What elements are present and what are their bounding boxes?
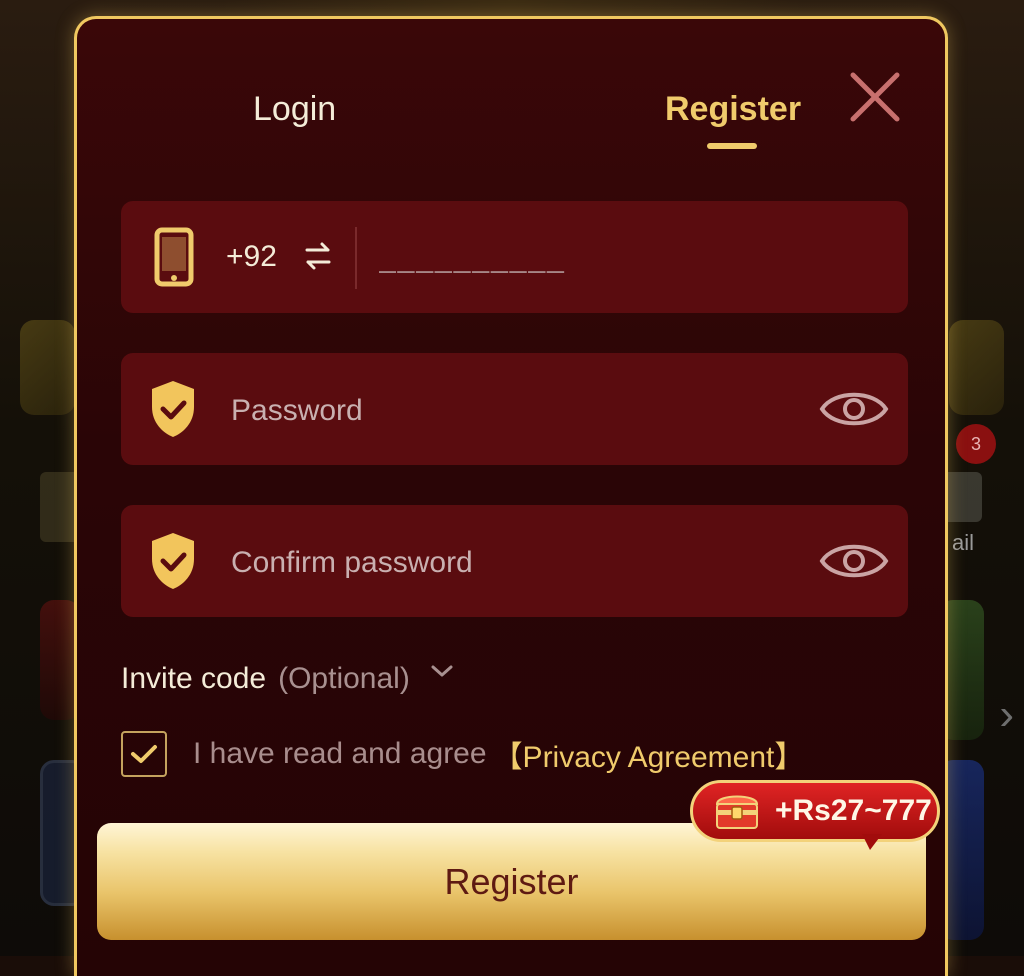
background-game-tile [20,320,75,415]
tab-login[interactable]: Login [253,89,336,129]
password-input[interactable] [229,387,793,435]
background-mail-label: ail [951,530,974,555]
agreement-text: I have read and agree [193,737,487,770]
chevron-right-icon: › [999,690,1014,739]
confirm-password-input[interactable] [229,539,793,587]
active-tab-indicator [707,143,757,149]
shield-check-icon [152,381,194,437]
background-mail-tile [942,472,982,522]
phone-field: +92 [121,201,908,313]
privacy-agreement-link[interactable]: 【Privacy Agreement】 [493,732,805,776]
country-code[interactable]: +92 [226,239,277,275]
password-field [121,353,908,465]
bonus-badge-tail [862,834,882,850]
agreement-checkbox[interactable] [121,731,167,777]
chevron-down-icon [431,665,453,677]
phone-input[interactable] [377,233,881,283]
bonus-text: +Rs27~777 [775,794,932,827]
treasure-chest-icon [715,795,759,829]
invite-code-toggle[interactable]: Invite code (Optional) [121,657,454,701]
shield-check-icon [152,533,194,589]
agreement-row: I have read and agree 【Privacy Agreement… [121,731,804,777]
field-divider [355,227,357,289]
confirm-password-field [121,505,908,617]
phone-icon [154,227,194,287]
invite-code-label: Invite code [121,662,267,695]
close-icon[interactable] [847,69,903,125]
invite-optional-label: (Optional) [278,662,410,695]
tab-register[interactable]: Register [665,89,801,129]
background-game-tile [949,320,1004,415]
eye-icon[interactable] [819,385,889,433]
swap-icon[interactable] [303,241,333,271]
check-icon [131,745,157,763]
bonus-badge: +Rs27~777 [690,780,940,842]
eye-icon[interactable] [819,537,889,585]
notification-badge: 3 [956,424,996,464]
